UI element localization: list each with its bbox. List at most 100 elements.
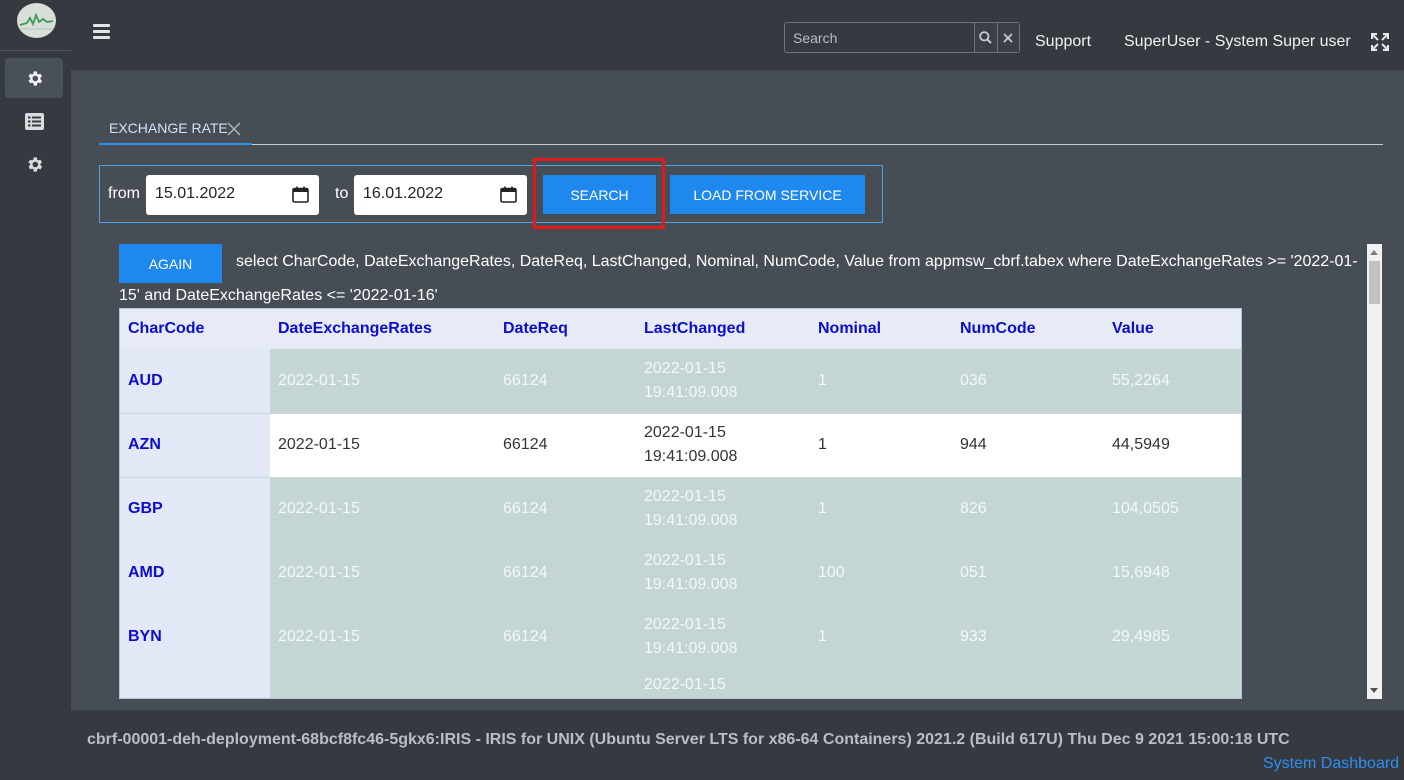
hamburger-menu-icon[interactable] (93, 24, 110, 40)
lastchanged-cell: 2022-01-15 19:41:09.008 (636, 413, 810, 478)
date-cell (270, 669, 495, 698)
datereq-cell: 66124 (495, 349, 636, 414)
datereq-cell: 66124 (495, 477, 636, 541)
from-date-input[interactable]: 15.01.2022 (146, 175, 319, 215)
lastchanged-cell: 2022-01-15 19:41:09.008 (636, 605, 810, 669)
tab-bar: EXCHANGE RATE (99, 113, 1383, 145)
table-row[interactable]: BYN 2022-01-15 66124 2022-01-15 19:41:09… (120, 605, 1241, 669)
sql-query-text: select CharCode, DateExchangeRates, Date… (119, 253, 1358, 304)
table-row[interactable]: 2022-01-15 (120, 669, 1241, 698)
close-icon (1003, 32, 1013, 43)
sidebar-item-settings[interactable] (5, 58, 63, 98)
datereq-cell: 66124 (495, 541, 636, 605)
search-input[interactable] (785, 23, 974, 52)
column-header[interactable]: LastChanged (636, 309, 810, 349)
to-date-input[interactable]: 16.01.2022 (354, 175, 527, 215)
numcode-cell: 933 (952, 605, 1104, 669)
user-menu[interactable]: SuperUser - System Super user (1124, 33, 1351, 51)
table-row[interactable]: AUD 2022-01-15 66124 2022-01-15 19:41:09… (120, 349, 1241, 414)
from-label: from (108, 185, 140, 202)
charcode-cell: AUD (120, 349, 270, 414)
column-header[interactable]: CharCode (120, 309, 270, 349)
nominal-cell: 1 (810, 413, 952, 478)
nominal-cell (810, 669, 952, 698)
lastchanged-cell: 2022-01-15 19:41:09.008 (636, 477, 810, 541)
lastchanged-cell: 2022-01-15 (636, 669, 810, 698)
system-info-text: cbrf-00001-deh-deployment-68bcf8fc46-5gk… (87, 731, 1290, 748)
sidebar-divider (0, 50, 71, 51)
date-cell: 2022-01-15 (270, 605, 495, 669)
numcode-cell (952, 669, 1104, 698)
from-date-value: 15.01.2022 (155, 185, 236, 202)
scrollbar-thumb[interactable] (1369, 261, 1380, 304)
value-cell: 104,0505 (1104, 477, 1241, 541)
numcode-cell: 036 (952, 349, 1104, 414)
charcode-cell: AMD (120, 541, 270, 605)
lastchanged-cell: 2022-01-15 19:41:09.008 (636, 541, 810, 605)
header-search (784, 22, 1020, 53)
sidebar-item-settings-2[interactable] (5, 144, 63, 184)
scroll-down-arrow-icon[interactable] (1370, 688, 1378, 693)
charcode-cell: BYN (120, 605, 270, 669)
column-header[interactable]: Nominal (810, 309, 952, 349)
calendar-icon[interactable] (292, 186, 309, 203)
clear-search-button[interactable] (996, 23, 1019, 52)
tab-exchange-rate[interactable]: EXCHANGE RATE (99, 113, 252, 145)
charcode-cell: GBP (120, 477, 270, 541)
search-button[interactable] (974, 23, 997, 52)
fullscreen-icon[interactable] (1371, 33, 1389, 51)
value-cell: 29,4985 (1104, 605, 1241, 669)
table-row[interactable]: AZN 2022-01-15 66124 2022-01-15 19:41:09… (120, 413, 1241, 478)
list-icon (24, 112, 44, 130)
search-button-highlight (533, 158, 665, 229)
numcode-cell: 051 (952, 541, 1104, 605)
support-link[interactable]: Support (1035, 33, 1091, 51)
numcode-cell: 826 (952, 477, 1104, 541)
footer: cbrf-00001-deh-deployment-68bcf8fc46-5gk… (71, 710, 1404, 780)
load-from-service-button[interactable]: LOAD FROM SERVICE (670, 175, 865, 214)
sidebar (0, 0, 71, 780)
value-cell: 55,2264 (1104, 349, 1241, 414)
date-cell: 2022-01-15 (270, 477, 495, 541)
date-cell: 2022-01-15 (270, 413, 495, 478)
gear-icon (27, 156, 42, 172)
value-cell: 15,6948 (1104, 541, 1241, 605)
datereq-cell (495, 669, 636, 698)
nominal-cell: 1 (810, 605, 952, 669)
value-cell: 44,5949 (1104, 413, 1241, 478)
charcode-cell (120, 669, 270, 698)
column-header[interactable]: DateExchangeRates (270, 309, 495, 349)
lastchanged-cell: 2022-01-15 19:41:09.008 (636, 349, 810, 414)
scroll-up-arrow-icon[interactable] (1370, 250, 1378, 255)
search-icon (979, 31, 992, 44)
datereq-cell: 66124 (495, 605, 636, 669)
table-row[interactable]: GBP 2022-01-15 66124 2022-01-15 19:41:09… (120, 477, 1241, 541)
app-logo[interactable] (17, 3, 56, 38)
results-scrollbar[interactable] (1367, 244, 1382, 699)
close-tab-icon[interactable] (227, 122, 241, 136)
column-header[interactable]: Value (1104, 309, 1241, 349)
top-header: Support SuperUser - System Super user (71, 0, 1404, 70)
tab-label: EXCHANGE RATE (109, 120, 228, 136)
column-header[interactable]: NumCode (952, 309, 1104, 349)
sidebar-item-list[interactable] (5, 101, 63, 141)
gear-icon (27, 70, 42, 86)
value-cell (1104, 669, 1241, 698)
date-cell: 2022-01-15 (270, 349, 495, 414)
nominal-cell: 1 (810, 349, 952, 414)
nominal-cell: 1 (810, 477, 952, 541)
numcode-cell: 944 (952, 413, 1104, 478)
table-row[interactable]: AMD 2022-01-15 66124 2022-01-15 19:41:09… (120, 541, 1241, 605)
date-cell: 2022-01-15 (270, 541, 495, 605)
exchange-rate-table: CharCode DateExchangeRates DateReq LastC… (119, 308, 1242, 699)
datereq-cell: 66124 (495, 413, 636, 478)
calendar-icon[interactable] (500, 186, 517, 203)
charcode-cell: AZN (120, 413, 270, 478)
to-date-value: 16.01.2022 (363, 185, 444, 202)
column-header[interactable]: DateReq (495, 309, 636, 349)
to-label: to (335, 185, 349, 202)
nominal-cell: 100 (810, 541, 952, 605)
table-header-row: CharCode DateExchangeRates DateReq LastC… (120, 309, 1241, 349)
system-dashboard-link[interactable]: System Dashboard (1263, 755, 1399, 773)
date-filter-panel: from 15.01.2022 to 16.01.2022 SEARCH LOA… (99, 165, 883, 223)
